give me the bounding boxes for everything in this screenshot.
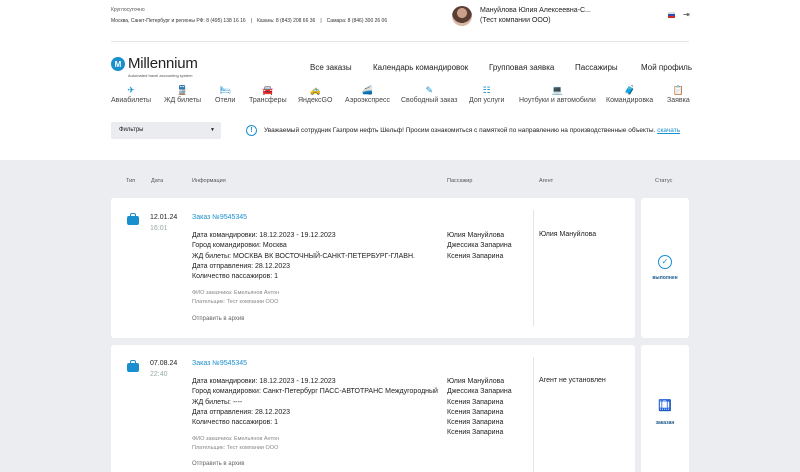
phone-moscow[interactable]: Москва, Санкт-Петербург и регионы РФ: 8 … [111,18,246,24]
laptop-icon: 💻 [551,85,564,95]
nav-all-orders[interactable]: Все заказы [310,63,352,72]
archive-link[interactable]: Отправить в архив [192,316,244,322]
service-extra[interactable]: ☷ Доп услуги [469,85,504,104]
service-transfers[interactable]: 🚘 Трансферы [249,85,287,104]
service-yandexgo[interactable]: 🚕 ЯндексGO [298,85,332,104]
caret-down-icon: ▼ [210,127,215,133]
order-details: Дата командировки: 18.12.2023 - 19.12.20… [192,232,415,281]
col-type: Тип [126,178,136,184]
service-hotels[interactable]: 🛏 Отели [215,85,235,104]
list-icon: ☷ [482,85,491,95]
order-details: Дата командировки: 18.12.2023 - 19.12.20… [192,378,438,427]
hours-label: Круглосуточно [111,7,145,13]
order-card: 07.08.24 22:40 Заказ №9545345 Дата коман… [111,345,635,472]
nav-trip-calendar[interactable]: Календарь командировок [373,63,468,72]
phone-kazan[interactable]: Казань: 8 (843) 208 66 36 [257,18,315,24]
order-time: 22:40 [150,371,168,378]
user-company: (Тест компании ООО) [480,17,551,24]
suitcase-icon: 🧳 [623,85,636,95]
passenger-list: Юлия Мануйлова Джессика Запарина Ксения … [447,232,512,260]
col-passenger: Пассажир [447,178,473,184]
user-profile[interactable]: Мануйлова Юлия Алексеевна-С... (Тест ком… [452,6,591,26]
status-label: заказан [655,420,675,426]
col-status: Статус [655,178,673,184]
clipboard-icon: 📋 [672,85,684,95]
user-name: Мануйлова Юлия Алексеевна-С... [480,7,591,14]
nav-group-request[interactable]: Групповая заявка [489,63,554,72]
col-date: Дата [151,178,164,184]
service-free-order[interactable]: ✎ Свободный заказ [401,85,458,104]
order-number-link[interactable]: Заказ №9545345 [192,360,247,367]
header: Круглосуточно Москва, Санкт-Петербург и … [0,0,800,160]
col-info: Информация [192,178,226,184]
check-circle-icon: ✓ [658,255,672,269]
archive-link[interactable]: Отправить в архив [192,461,244,467]
order-customer: ФИО заказчика: Емельянов Антон Плательщи… [192,436,280,451]
suitcase-icon [127,213,139,226]
language-flag-icon[interactable] [668,12,675,18]
agent-name: Юлия Мануйлова [539,231,597,238]
service-request[interactable]: 📋 Заявка [667,85,690,104]
logout-icon[interactable]: ⇥ [683,10,690,19]
agent-name: Агент не установлен [539,377,606,384]
logo-name: Millennium [128,55,198,72]
col-agent: Агент [539,178,554,184]
express-train-icon: 🚄 [361,85,374,95]
divider [533,210,534,326]
order-date: 12.01.24 [150,214,178,221]
taxi-icon: 🚕 [309,85,321,95]
plane-icon: ✈ [127,85,135,95]
order-date: 07.08.24 [150,360,178,367]
notice-banner: ! Уважаемый сотрудник Газпром нефть Шель… [246,125,680,136]
suitcase-check-icon: 🛄 [658,400,672,412]
logo[interactable]: M Millennium Automated travel accounting… [111,55,198,78]
service-rail[interactable]: 🚆 ЖД билеты [164,85,201,104]
service-business-trip[interactable]: 🧳 Командировка [606,85,653,104]
order-number-link[interactable]: Заказ №9545345 [192,214,247,221]
phone-samara[interactable]: Самара: 8 (846) 300 26 06 [327,18,387,24]
divider [111,41,689,42]
divider [533,357,534,472]
avatar[interactable] [452,6,472,26]
info-icon: ! [246,125,257,136]
notice-download-link[interactable]: скачать [657,127,680,134]
logo-mark: M [111,57,125,71]
nav-my-profile[interactable]: Мой профиль [641,63,692,72]
bed-icon: 🛏 [219,85,231,95]
phones-row: Москва, Санкт-Петербург и регионы РФ: 8 … [111,18,388,24]
status-label: выполнен [652,275,678,281]
passenger-list: Юлия Мануйлова Джессика Запарина Ксения … [447,378,512,437]
service-laptops-cars[interactable]: 💻 Ноутбуки и автомобили [519,85,596,104]
logo-tagline: Automated travel accounting system [128,73,193,78]
suitcase-icon [127,360,139,373]
car-icon: 🚘 [262,85,274,95]
order-time: 16:01 [150,225,168,232]
order-card: 12.01.24 16:01 Заказ №9545345 Дата коман… [111,198,635,338]
contacts: Круглосуточно Москва, Санкт-Петербург и … [111,7,387,24]
service-aeroexpress[interactable]: 🚄 Аэроэкспресс [345,85,390,104]
train-icon: 🚆 [176,85,189,95]
notice-text: Уважаемый сотрудник Газпром нефть Шельф!… [264,127,656,134]
nav-passengers[interactable]: Пассажиры [575,63,618,72]
filters-dropdown[interactable]: Фильтры ▼ [111,122,221,139]
status-cell[interactable]: ✓ выполнен [641,198,689,338]
filters-label: Фильтры [119,127,144,133]
service-avia[interactable]: ✈ Авиабилеты [111,85,151,104]
pencil-icon: ✎ [425,85,434,95]
order-customer: ФИО заказчика: Емельянов Антон Плательщи… [192,290,280,305]
status-cell[interactable]: 🛄 заказан [641,345,689,472]
